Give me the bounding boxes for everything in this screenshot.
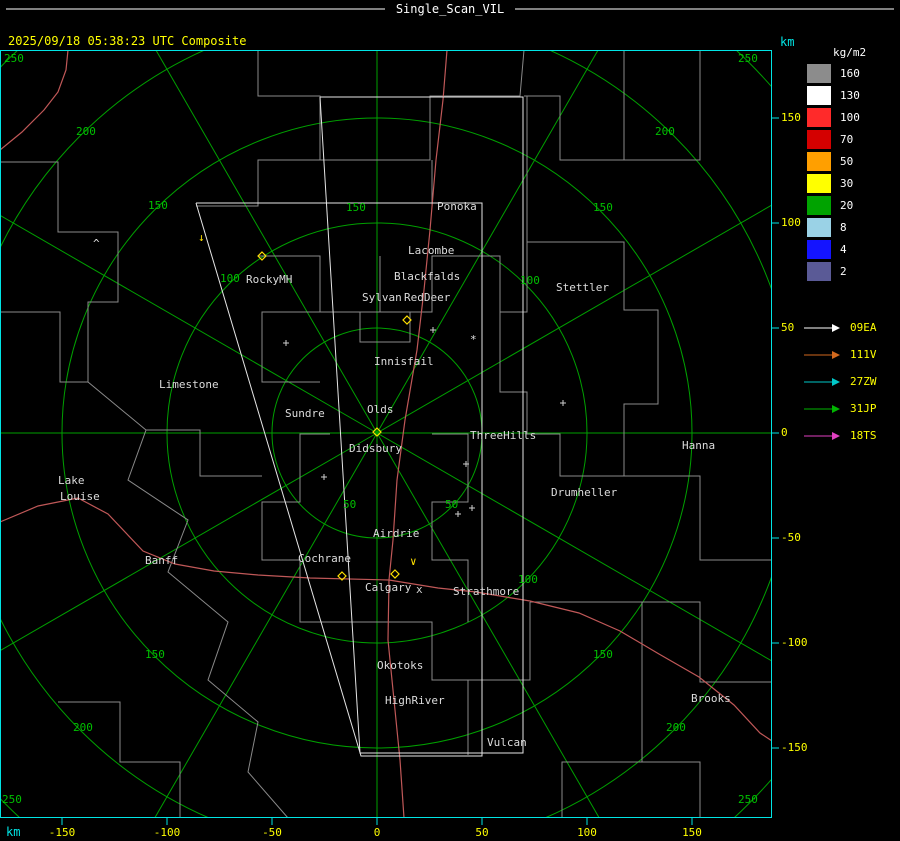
county-boundary xyxy=(196,50,321,207)
legend-site-09ea: 09EA xyxy=(804,314,877,341)
county-boundary xyxy=(526,96,772,561)
map-layers xyxy=(0,50,772,818)
site-id-label: 27ZW xyxy=(850,375,877,388)
county-boundary xyxy=(320,50,525,161)
county-boundary xyxy=(146,429,262,477)
vil-color-scale: 160 130 100 70 50 30 20 8 4 2 xyxy=(806,62,860,282)
radial-line xyxy=(0,432,378,652)
site-id-label: 111V xyxy=(850,348,877,361)
radial-line xyxy=(376,204,772,434)
scale-item: 30 xyxy=(806,172,860,194)
town-marker-icon xyxy=(469,505,475,511)
highway-line xyxy=(388,579,772,742)
scale-color-swatch xyxy=(806,62,832,84)
highway-line xyxy=(0,50,69,151)
scale-color-swatch xyxy=(806,172,832,194)
scale-color-swatch xyxy=(806,150,832,172)
scale-color-swatch xyxy=(806,194,832,216)
county-boundary xyxy=(642,761,701,818)
scale-item: 160 xyxy=(806,62,860,84)
site-arrow-icon xyxy=(804,377,840,386)
scale-value: 130 xyxy=(840,88,860,102)
town-marker-icon xyxy=(283,340,289,346)
county-boundary xyxy=(261,433,330,623)
scale-value: 2 xyxy=(840,264,847,278)
scale-value: 4 xyxy=(840,242,847,256)
scale-value: 20 xyxy=(840,198,854,212)
county-boundary xyxy=(524,50,625,161)
county-boundary xyxy=(0,311,88,383)
scale-color-swatch xyxy=(806,84,832,106)
scale-value: 8 xyxy=(840,220,847,234)
highway-line xyxy=(0,497,390,581)
scale-item: 2 xyxy=(806,260,860,282)
county-boundary xyxy=(468,602,531,681)
site-arrow-icon xyxy=(804,323,840,332)
scale-value: 50 xyxy=(840,154,854,168)
county-boundary xyxy=(0,161,119,382)
scan-timestamp: 2025/09/18 05:38:23 UTC Composite xyxy=(8,34,247,48)
scale-item: 100 xyxy=(806,106,860,128)
bottom-axis-unit: km xyxy=(6,825,21,839)
county-boundary xyxy=(359,256,411,343)
town-marker-icon xyxy=(455,511,461,517)
scale-color-swatch xyxy=(806,106,832,128)
scale-item: 70 xyxy=(806,128,860,150)
county-boundary xyxy=(642,601,772,683)
radial-line xyxy=(376,50,599,434)
scale-color-swatch xyxy=(806,216,832,238)
county-boundary xyxy=(499,242,624,477)
county-boundary xyxy=(58,701,181,818)
scale-item: 50 xyxy=(806,150,860,172)
scale-unit-label: kg/m2 xyxy=(833,46,867,59)
site-id-label: 18TS xyxy=(850,429,877,442)
radar-site-legend: 09EA 111V 27ZW 31JP 18TS xyxy=(804,314,877,449)
county-boundary xyxy=(431,433,469,622)
scale-item: 20 xyxy=(806,194,860,216)
scale-item: 8 xyxy=(806,216,860,238)
scan-area-outline xyxy=(319,96,524,754)
county-boundary xyxy=(320,255,501,313)
county-boundary xyxy=(624,50,701,161)
legend-site-111v: 111V xyxy=(804,341,877,368)
site-arrow-icon xyxy=(804,431,840,440)
radial-line xyxy=(154,432,378,818)
town-marker-icon xyxy=(560,400,566,406)
site-id-label: 09EA xyxy=(850,321,877,334)
legend-site-18ts: 18TS xyxy=(804,422,877,449)
scale-value: 30 xyxy=(840,176,854,190)
legend-site-27zw: 27ZW xyxy=(804,368,877,395)
site-id-label: 31JP xyxy=(850,402,877,415)
window-title: Single_Scan_VIL xyxy=(395,2,505,16)
scale-value: 160 xyxy=(840,66,860,80)
scale-value: 70 xyxy=(840,132,854,146)
scale-item: 130 xyxy=(806,84,860,106)
scale-value: 100 xyxy=(840,110,860,124)
scale-color-swatch xyxy=(806,128,832,150)
radar-map-canvas[interactable] xyxy=(0,0,900,841)
scale-item: 4 xyxy=(806,238,860,260)
radar-site-diamond-icon xyxy=(390,569,400,579)
radial-line xyxy=(155,50,378,434)
site-arrow-icon xyxy=(804,404,840,413)
scale-color-swatch xyxy=(806,238,832,260)
legend-site-31jp: 31JP xyxy=(804,395,877,422)
scale-color-swatch xyxy=(806,260,832,282)
town-marker-icon xyxy=(321,474,327,480)
site-arrow-icon xyxy=(804,350,840,359)
radial-line xyxy=(376,432,600,818)
county-boundary xyxy=(87,381,289,818)
radar-viewer-window: Ponoka Lacombe Blackfalds Sylvan RedDeer Stet… xyxy=(0,0,900,841)
right-axis-unit: km xyxy=(780,35,795,49)
radial-line xyxy=(376,432,772,662)
